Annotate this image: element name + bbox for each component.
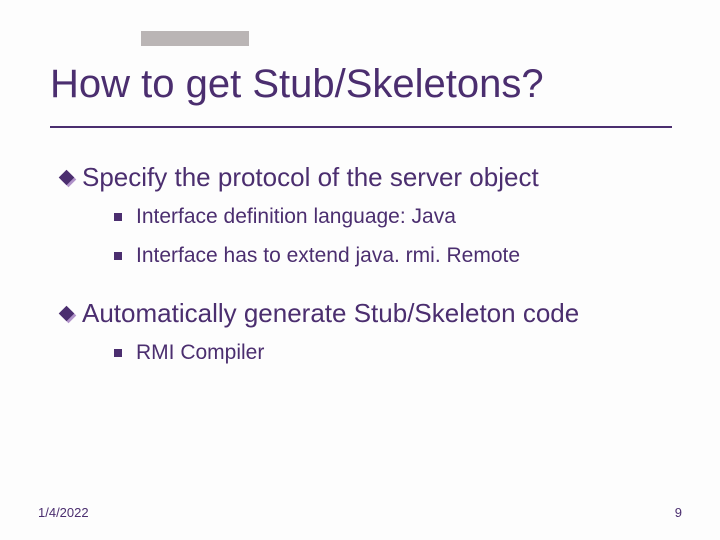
slide-title: How to get Stub/Skeletons?	[50, 62, 544, 107]
bullet-level2: Interface has to extend java. rmi. Remot…	[114, 242, 680, 270]
bullet-level2: Interface definition language: Java	[114, 203, 680, 231]
bullet-level1: Specify the protocol of the server objec…	[62, 162, 680, 193]
square-bullet-icon	[114, 213, 122, 221]
diamond-bullet-icon	[62, 309, 76, 323]
bullet-level1: Automatically generate Stub/Skeleton cod…	[62, 298, 680, 329]
subbullet-text: Interface definition language: Java	[136, 205, 456, 228]
slide: How to get Stub/Skeletons? Specify the p…	[0, 0, 720, 540]
bullet-text: Automatically generate Stub/Skeleton cod…	[82, 298, 579, 328]
slide-body: Specify the protocol of the server objec…	[62, 162, 680, 367]
footer-page-number: 9	[675, 505, 682, 520]
square-bullet-icon	[114, 349, 122, 357]
footer-date: 1/4/2022	[38, 505, 89, 520]
subbullet-text: Interface has to extend java. rmi. Remot…	[136, 244, 520, 267]
diamond-bullet-icon	[62, 173, 76, 187]
title-underline	[50, 126, 672, 128]
subbullet-text: RMI Compiler	[136, 341, 264, 364]
bullet-text: Specify the protocol of the server objec…	[82, 162, 539, 192]
decorative-shadow-bar	[141, 31, 249, 46]
square-bullet-icon	[114, 252, 122, 260]
bullet-level2: RMI Compiler	[114, 339, 680, 367]
